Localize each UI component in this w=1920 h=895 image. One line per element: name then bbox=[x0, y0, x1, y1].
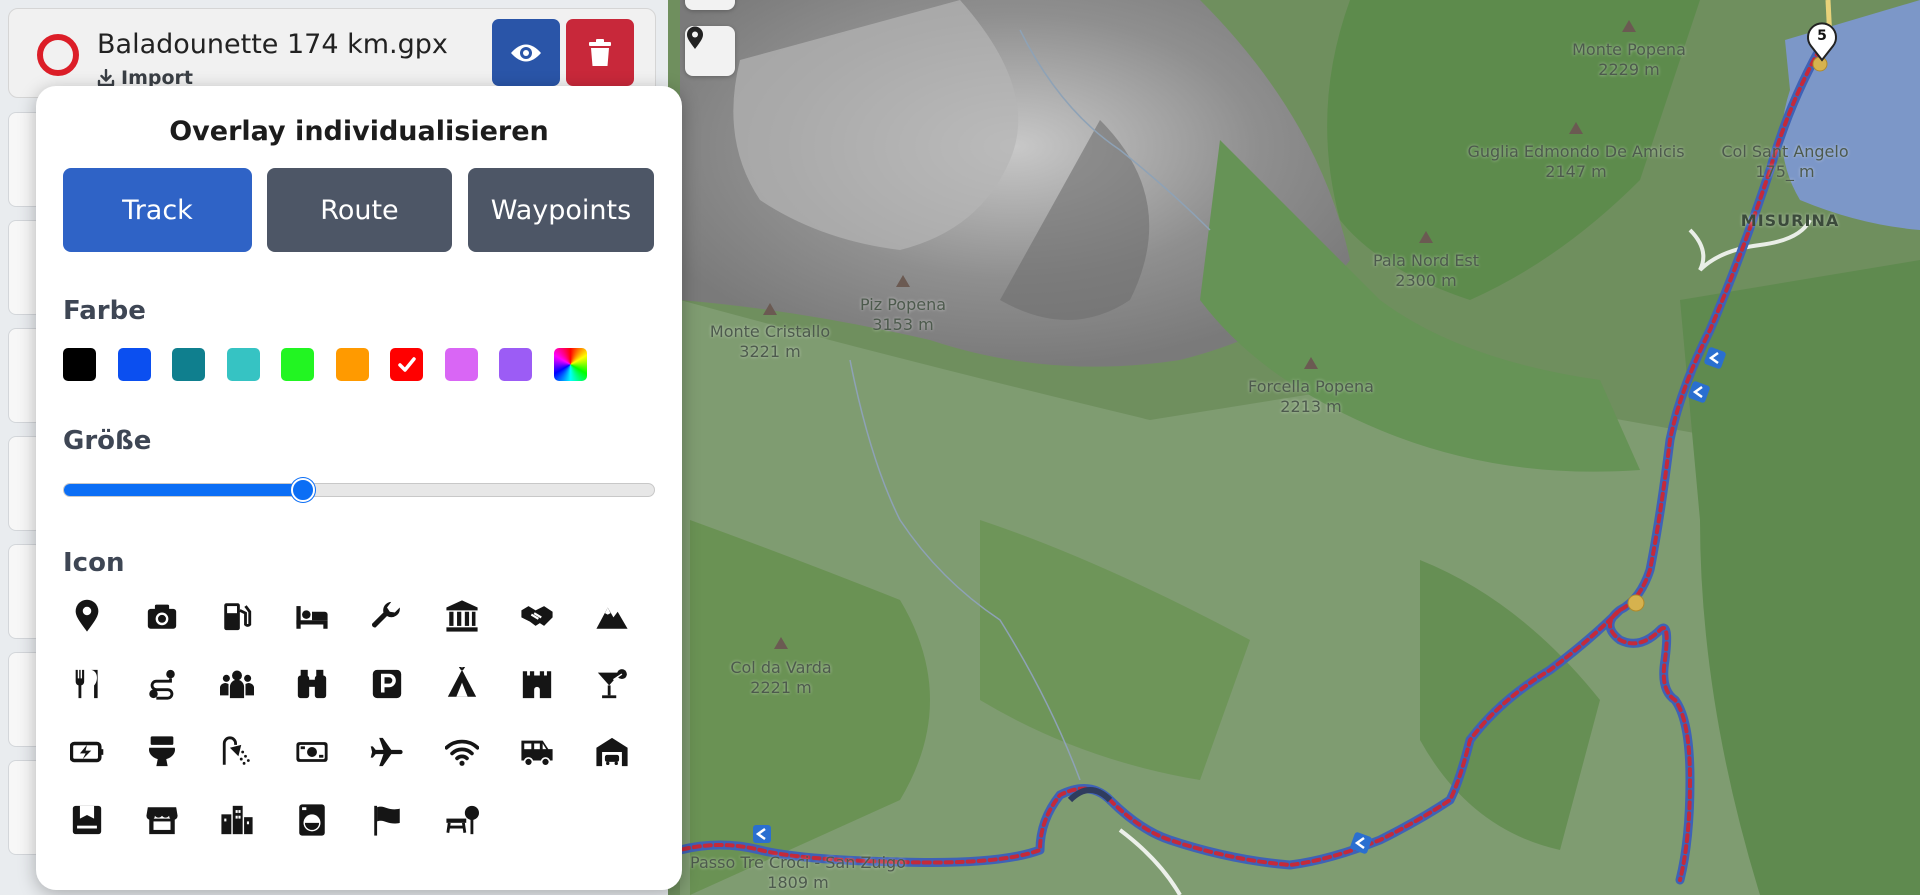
map-pin-icon[interactable] bbox=[63, 592, 111, 640]
garage-icon[interactable] bbox=[588, 728, 636, 776]
track-color-ring-icon bbox=[37, 34, 79, 76]
tent-icon[interactable] bbox=[438, 660, 486, 708]
color-swatch[interactable] bbox=[390, 348, 423, 381]
download-icon bbox=[97, 69, 115, 87]
peak-marker-icon bbox=[774, 637, 788, 649]
peak-marker-icon bbox=[1569, 122, 1583, 134]
checkmark-icon bbox=[397, 356, 416, 372]
castle-icon[interactable] bbox=[513, 660, 561, 708]
color-swatch[interactable] bbox=[335, 348, 369, 381]
peak-label: Piz Popena 3153 m bbox=[859, 295, 947, 334]
icon-section-label: Icon bbox=[63, 548, 125, 578]
size-section-label: Größe bbox=[63, 426, 152, 456]
peak-label: Col Sant Angelo 175_ m bbox=[1721, 142, 1849, 181]
shower-icon[interactable] bbox=[213, 728, 261, 776]
custom-color-swatch[interactable] bbox=[553, 348, 587, 381]
cocktail-icon[interactable] bbox=[588, 660, 636, 708]
peak-label: Monte Cristallo 3221 m bbox=[709, 322, 831, 361]
toilet-icon[interactable] bbox=[138, 728, 186, 776]
peak-label: Pala Nord Est 2300 m bbox=[1372, 251, 1480, 290]
wifi-icon[interactable] bbox=[438, 728, 486, 776]
map-pin-icon bbox=[687, 26, 703, 49]
people-group-icon[interactable] bbox=[213, 660, 261, 708]
camper-van-icon[interactable] bbox=[513, 728, 561, 776]
color-section-label: Farbe bbox=[63, 296, 146, 326]
waypoint-marker[interactable]: 5 bbox=[1805, 18, 1839, 62]
file-card[interactable]: Baladounette 174 km.gpx Import bbox=[8, 8, 656, 98]
town-label: MISURINA bbox=[1740, 211, 1840, 230]
size-slider-thumb[interactable] bbox=[290, 478, 315, 502]
picnic-icon[interactable] bbox=[438, 796, 486, 844]
handshake-icon[interactable] bbox=[513, 592, 561, 640]
washing-machine-icon[interactable] bbox=[288, 796, 336, 844]
flag-icon[interactable] bbox=[363, 796, 411, 844]
bed-icon[interactable] bbox=[288, 592, 336, 640]
parking-icon[interactable] bbox=[363, 660, 411, 708]
size-slider-fill bbox=[64, 484, 303, 496]
add-marker-button[interactable] bbox=[685, 26, 735, 76]
color-swatch[interactable] bbox=[63, 348, 96, 381]
camera-icon[interactable] bbox=[138, 592, 186, 640]
battery-charging-icon[interactable] bbox=[63, 728, 111, 776]
direction-arrow-icon bbox=[753, 825, 771, 843]
route-icon[interactable] bbox=[138, 660, 186, 708]
peak-marker-icon bbox=[1304, 357, 1318, 369]
overlay-customize-popover: Overlay individualisieren Track Route Wa… bbox=[36, 86, 682, 890]
color-swatch[interactable] bbox=[281, 348, 314, 381]
eye-icon bbox=[511, 44, 541, 61]
mountain-icon[interactable] bbox=[588, 592, 636, 640]
peak-label: Forcella Popena 2213 m bbox=[1248, 377, 1374, 416]
size-slider-track[interactable] bbox=[63, 483, 655, 497]
shop-icon[interactable] bbox=[138, 796, 186, 844]
peak-marker-icon bbox=[1622, 20, 1636, 32]
color-swatch[interactable] bbox=[444, 348, 478, 381]
binoculars-icon[interactable] bbox=[288, 660, 336, 708]
wrench-icon[interactable] bbox=[363, 592, 411, 640]
waypoint-number: 5 bbox=[1817, 28, 1827, 44]
plane-icon[interactable] bbox=[363, 728, 411, 776]
money-bill-icon[interactable] bbox=[288, 728, 336, 776]
toggle-visibility-button[interactable] bbox=[492, 19, 560, 86]
tab-track[interactable]: Track bbox=[63, 168, 252, 252]
gas-pump-icon[interactable] bbox=[213, 592, 261, 640]
box-icon[interactable] bbox=[63, 796, 111, 844]
trash-icon bbox=[589, 38, 611, 66]
color-swatch[interactable] bbox=[226, 348, 260, 381]
delete-button[interactable] bbox=[566, 19, 634, 86]
restaurant-icon[interactable] bbox=[63, 660, 111, 708]
city-icon[interactable] bbox=[213, 796, 261, 844]
museum-icon[interactable] bbox=[438, 592, 486, 640]
color-swatch[interactable] bbox=[499, 348, 532, 381]
color-swatch[interactable] bbox=[172, 348, 205, 381]
peak-marker-icon bbox=[896, 275, 910, 287]
peak-label: Guglia Edmondo De Amicis 2147 m bbox=[1467, 142, 1685, 181]
popover-title: Overlay individualisieren bbox=[169, 116, 549, 147]
peak-label: Passo Tre Croci - San Zuigo 1809 m bbox=[690, 853, 906, 892]
file-name: Baladounette 174 km.gpx bbox=[97, 29, 448, 60]
peak-marker-icon bbox=[1419, 231, 1433, 243]
peak-label: Monte Popena 2229 m bbox=[1572, 40, 1686, 79]
tab-route[interactable]: Route bbox=[267, 168, 452, 252]
tab-waypoints[interactable]: Waypoints bbox=[468, 168, 654, 252]
map-control-button[interactable] bbox=[685, 0, 735, 10]
peak-label: Col da Varda 2221 m bbox=[730, 658, 832, 697]
peak-marker-icon bbox=[763, 303, 777, 315]
color-swatch[interactable] bbox=[117, 348, 151, 381]
